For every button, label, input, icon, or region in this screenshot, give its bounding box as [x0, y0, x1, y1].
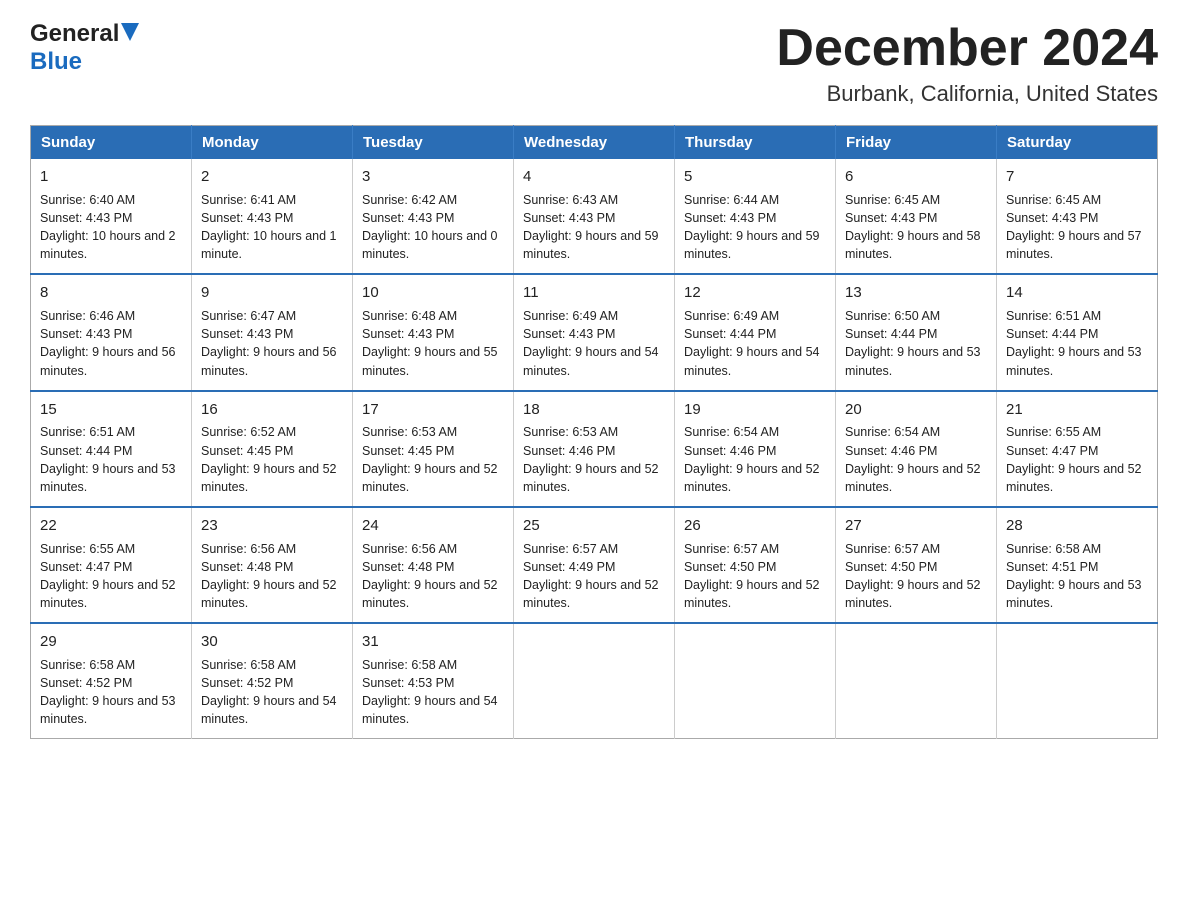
- calendar-cell: 24Sunrise: 6:56 AMSunset: 4:48 PMDayligh…: [353, 507, 514, 623]
- calendar-cell: 13Sunrise: 6:50 AMSunset: 4:44 PMDayligh…: [836, 274, 997, 390]
- day-number: 27: [845, 515, 987, 537]
- calendar-cell: 6Sunrise: 6:45 AMSunset: 4:43 PMDaylight…: [836, 159, 997, 274]
- page-header: General Blue December 2024 Burbank, Cali…: [30, 20, 1158, 107]
- calendar-cell: [997, 623, 1158, 739]
- day-number: 7: [1006, 166, 1148, 188]
- day-number: 18: [523, 399, 665, 421]
- day-number: 13: [845, 282, 987, 304]
- calendar-cell: 3Sunrise: 6:42 AMSunset: 4:43 PMDaylight…: [353, 159, 514, 274]
- calendar-cell: 27Sunrise: 6:57 AMSunset: 4:50 PMDayligh…: [836, 507, 997, 623]
- calendar-cell: 2Sunrise: 6:41 AMSunset: 4:43 PMDaylight…: [192, 159, 353, 274]
- calendar-cell: 16Sunrise: 6:52 AMSunset: 4:45 PMDayligh…: [192, 391, 353, 507]
- location-title: Burbank, California, United States: [776, 81, 1158, 107]
- day-number: 31: [362, 631, 504, 653]
- calendar-cell: 31Sunrise: 6:58 AMSunset: 4:53 PMDayligh…: [353, 623, 514, 739]
- calendar-week-row: 29Sunrise: 6:58 AMSunset: 4:52 PMDayligh…: [31, 623, 1158, 739]
- calendar-day-header: Monday: [192, 126, 353, 160]
- calendar-cell: 25Sunrise: 6:57 AMSunset: 4:49 PMDayligh…: [514, 507, 675, 623]
- logo-triangle-icon: [121, 23, 139, 41]
- day-number: 1: [40, 166, 182, 188]
- calendar-cell: [514, 623, 675, 739]
- day-number: 12: [684, 282, 826, 304]
- day-number: 3: [362, 166, 504, 188]
- calendar-cell: 12Sunrise: 6:49 AMSunset: 4:44 PMDayligh…: [675, 274, 836, 390]
- calendar-week-row: 22Sunrise: 6:55 AMSunset: 4:47 PMDayligh…: [31, 507, 1158, 623]
- calendar-cell: 15Sunrise: 6:51 AMSunset: 4:44 PMDayligh…: [31, 391, 192, 507]
- day-number: 23: [201, 515, 343, 537]
- title-block: December 2024 Burbank, California, Unite…: [776, 20, 1158, 107]
- day-number: 16: [201, 399, 343, 421]
- day-number: 10: [362, 282, 504, 304]
- day-number: 29: [40, 631, 182, 653]
- calendar-day-header: Friday: [836, 126, 997, 160]
- day-number: 2: [201, 166, 343, 188]
- day-number: 11: [523, 282, 665, 304]
- logo-blue-text: Blue: [30, 48, 82, 76]
- logo-general-text: General: [30, 20, 119, 48]
- calendar-cell: 4Sunrise: 6:43 AMSunset: 4:43 PMDaylight…: [514, 159, 675, 274]
- calendar-cell: 28Sunrise: 6:58 AMSunset: 4:51 PMDayligh…: [997, 507, 1158, 623]
- day-number: 5: [684, 166, 826, 188]
- logo: General Blue: [30, 20, 139, 76]
- calendar-cell: 20Sunrise: 6:54 AMSunset: 4:46 PMDayligh…: [836, 391, 997, 507]
- calendar-cell: 8Sunrise: 6:46 AMSunset: 4:43 PMDaylight…: [31, 274, 192, 390]
- calendar-cell: 21Sunrise: 6:55 AMSunset: 4:47 PMDayligh…: [997, 391, 1158, 507]
- calendar-day-header: Saturday: [997, 126, 1158, 160]
- calendar-cell: 11Sunrise: 6:49 AMSunset: 4:43 PMDayligh…: [514, 274, 675, 390]
- calendar-cell: 9Sunrise: 6:47 AMSunset: 4:43 PMDaylight…: [192, 274, 353, 390]
- day-number: 20: [845, 399, 987, 421]
- calendar-week-row: 8Sunrise: 6:46 AMSunset: 4:43 PMDaylight…: [31, 274, 1158, 390]
- calendar-cell: [675, 623, 836, 739]
- day-number: 19: [684, 399, 826, 421]
- day-number: 8: [40, 282, 182, 304]
- day-number: 22: [40, 515, 182, 537]
- calendar-cell: 18Sunrise: 6:53 AMSunset: 4:46 PMDayligh…: [514, 391, 675, 507]
- calendar-cell: 14Sunrise: 6:51 AMSunset: 4:44 PMDayligh…: [997, 274, 1158, 390]
- day-number: 17: [362, 399, 504, 421]
- day-number: 4: [523, 166, 665, 188]
- calendar-cell: 22Sunrise: 6:55 AMSunset: 4:47 PMDayligh…: [31, 507, 192, 623]
- calendar-day-header: Tuesday: [353, 126, 514, 160]
- calendar-cell: 19Sunrise: 6:54 AMSunset: 4:46 PMDayligh…: [675, 391, 836, 507]
- calendar-week-row: 15Sunrise: 6:51 AMSunset: 4:44 PMDayligh…: [31, 391, 1158, 507]
- day-number: 14: [1006, 282, 1148, 304]
- day-number: 21: [1006, 399, 1148, 421]
- calendar-cell: 1Sunrise: 6:40 AMSunset: 4:43 PMDaylight…: [31, 159, 192, 274]
- calendar-header-row: SundayMondayTuesdayWednesdayThursdayFrid…: [31, 126, 1158, 160]
- calendar-cell: 17Sunrise: 6:53 AMSunset: 4:45 PMDayligh…: [353, 391, 514, 507]
- day-number: 15: [40, 399, 182, 421]
- calendar-day-header: Thursday: [675, 126, 836, 160]
- day-number: 6: [845, 166, 987, 188]
- calendar-cell: 26Sunrise: 6:57 AMSunset: 4:50 PMDayligh…: [675, 507, 836, 623]
- calendar-day-header: Sunday: [31, 126, 192, 160]
- day-number: 25: [523, 515, 665, 537]
- calendar-day-header: Wednesday: [514, 126, 675, 160]
- calendar-cell: 7Sunrise: 6:45 AMSunset: 4:43 PMDaylight…: [997, 159, 1158, 274]
- day-number: 24: [362, 515, 504, 537]
- calendar-table: SundayMondayTuesdayWednesdayThursdayFrid…: [30, 125, 1158, 739]
- calendar-week-row: 1Sunrise: 6:40 AMSunset: 4:43 PMDaylight…: [31, 159, 1158, 274]
- calendar-cell: 23Sunrise: 6:56 AMSunset: 4:48 PMDayligh…: [192, 507, 353, 623]
- day-number: 28: [1006, 515, 1148, 537]
- month-title: December 2024: [776, 20, 1158, 77]
- calendar-cell: 30Sunrise: 6:58 AMSunset: 4:52 PMDayligh…: [192, 623, 353, 739]
- day-number: 30: [201, 631, 343, 653]
- calendar-cell: 10Sunrise: 6:48 AMSunset: 4:43 PMDayligh…: [353, 274, 514, 390]
- day-number: 9: [201, 282, 343, 304]
- calendar-cell: 5Sunrise: 6:44 AMSunset: 4:43 PMDaylight…: [675, 159, 836, 274]
- calendar-cell: [836, 623, 997, 739]
- calendar-cell: 29Sunrise: 6:58 AMSunset: 4:52 PMDayligh…: [31, 623, 192, 739]
- day-number: 26: [684, 515, 826, 537]
